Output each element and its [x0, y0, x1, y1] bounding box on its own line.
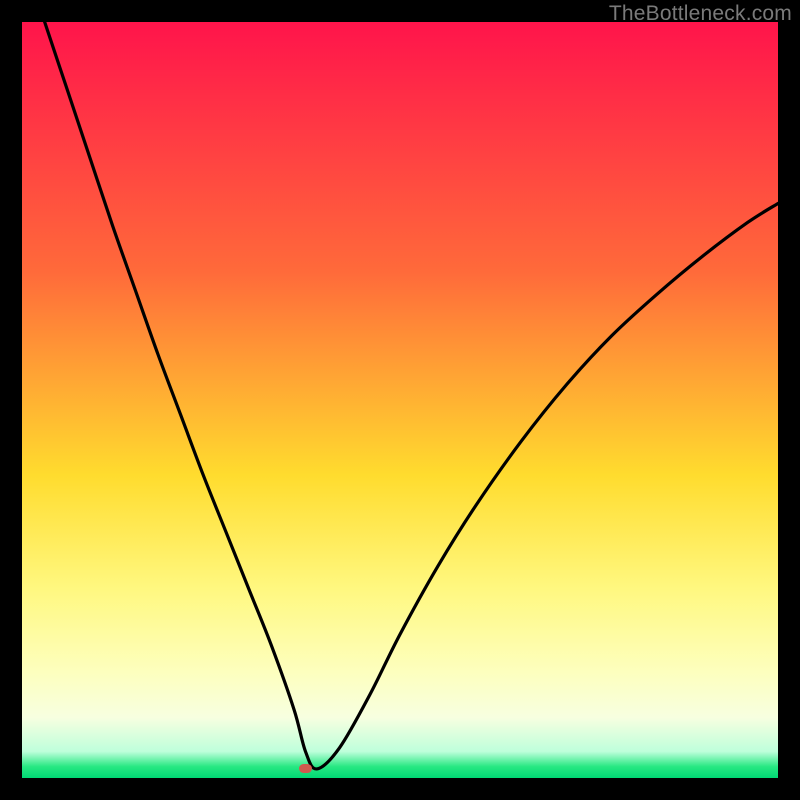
bottleneck-curve	[22, 22, 778, 778]
optimal-point-marker	[299, 764, 312, 773]
chart-plot-area	[22, 22, 778, 778]
